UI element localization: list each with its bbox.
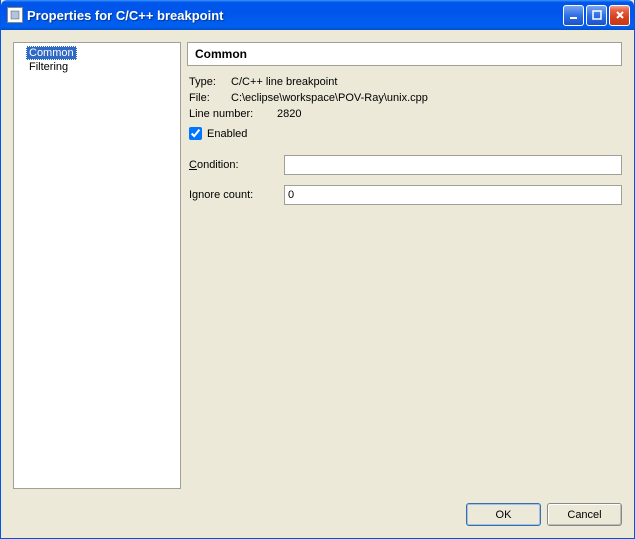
- nav-item-common[interactable]: Common: [26, 46, 77, 60]
- file-label: File:: [189, 92, 225, 104]
- file-value: C:\eclipse\workspace\POV-Ray\unix.cpp: [231, 92, 428, 104]
- condition-row: Condition:: [189, 155, 622, 175]
- file-row: File: C:\eclipse\workspace\POV-Ray\unix.…: [189, 92, 622, 104]
- ignore-row: Ignore count:: [189, 185, 622, 205]
- window-title: Properties for C/C++ breakpoint: [27, 8, 563, 23]
- dialog-window: Properties for C/C++ breakpoint Common F…: [0, 0, 635, 539]
- button-bar: OK Cancel: [1, 497, 634, 538]
- line-row: Line number: 2820: [189, 108, 622, 120]
- line-value: 2820: [277, 108, 301, 120]
- content-area: Common Filtering Common Type: C/C++ line…: [1, 30, 634, 497]
- ignore-input[interactable]: [284, 185, 622, 205]
- line-label: Line number:: [189, 108, 271, 120]
- enabled-row: Enabled: [189, 127, 622, 140]
- cancel-button[interactable]: Cancel: [547, 503, 622, 526]
- nav-item-filtering[interactable]: Filtering: [26, 60, 71, 74]
- condition-input[interactable]: [284, 155, 622, 175]
- type-label: Type:: [189, 76, 225, 88]
- app-icon: [7, 7, 23, 23]
- condition-label: Condition:: [189, 159, 284, 171]
- enabled-checkbox[interactable]: [189, 127, 202, 140]
- titlebar[interactable]: Properties for C/C++ breakpoint: [1, 0, 634, 30]
- close-button[interactable]: [609, 5, 630, 26]
- maximize-button[interactable]: [586, 5, 607, 26]
- main-panel: Common Type: C/C++ line breakpoint File:…: [187, 42, 622, 489]
- type-value: C/C++ line breakpoint: [231, 76, 337, 88]
- ok-button[interactable]: OK: [466, 503, 541, 526]
- enabled-label: Enabled: [207, 128, 247, 140]
- panel-heading: Common: [187, 42, 622, 66]
- window-controls: [563, 5, 630, 26]
- ignore-label: Ignore count:: [189, 189, 284, 201]
- minimize-button[interactable]: [563, 5, 584, 26]
- type-row: Type: C/C++ line breakpoint: [189, 76, 622, 88]
- nav-panel: Common Filtering: [13, 42, 181, 489]
